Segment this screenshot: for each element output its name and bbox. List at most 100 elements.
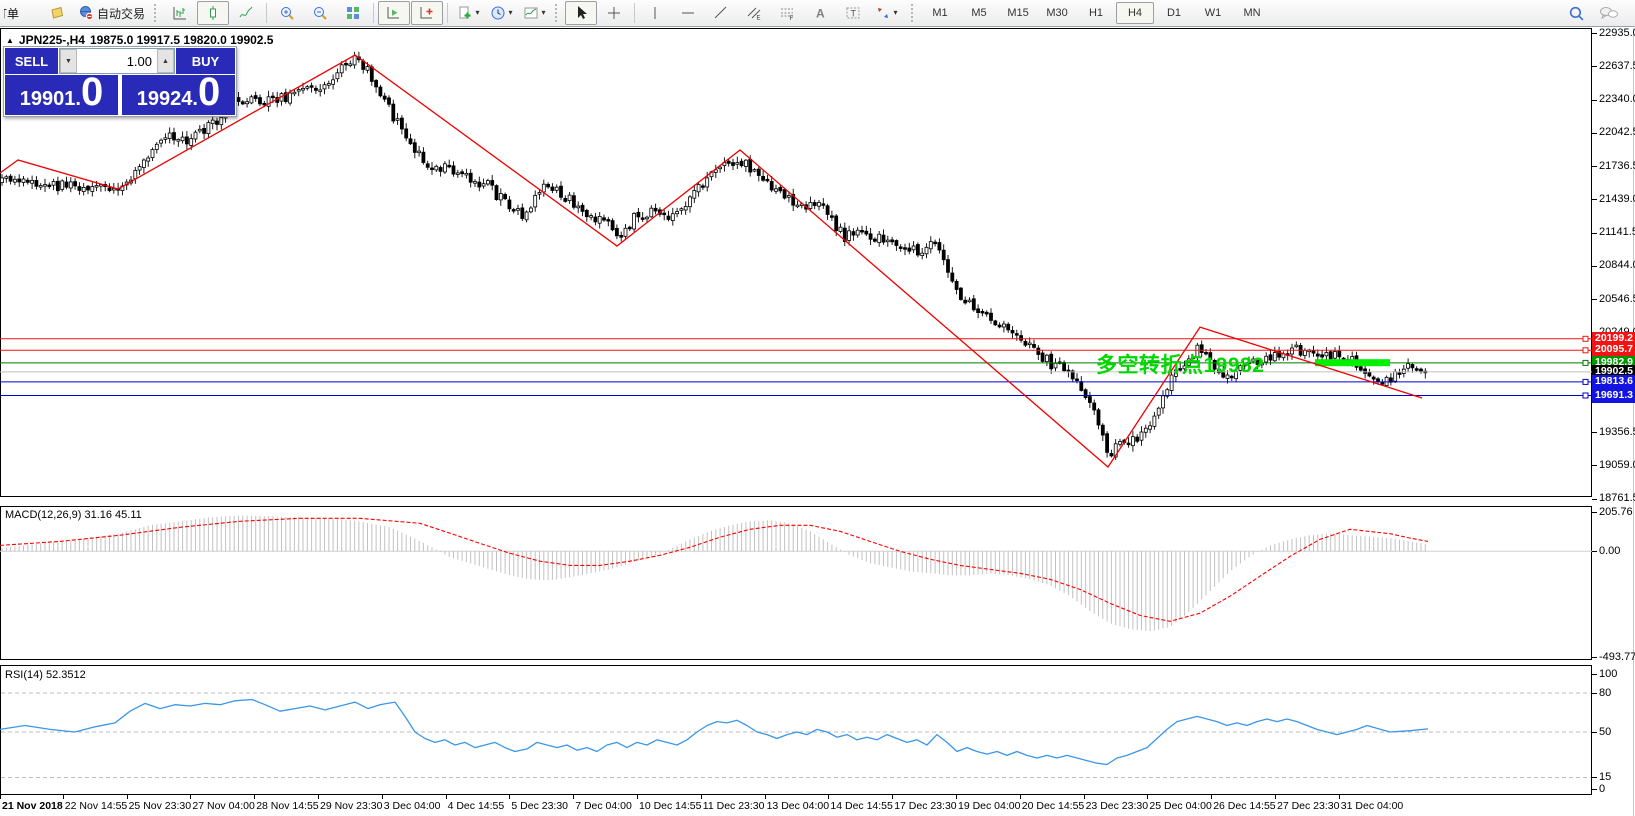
equidistant-channel-button[interactable]: E xyxy=(738,1,770,25)
buy-price-frac: 0 xyxy=(198,75,220,109)
price-tick-mark xyxy=(1592,499,1597,500)
buy-price-button[interactable]: 19924.0 xyxy=(122,75,235,115)
volume-increase-button[interactable]: ▲ xyxy=(157,49,174,73)
time-tick-mark xyxy=(828,795,829,799)
price-tick-label: 22042.5 xyxy=(1599,126,1635,139)
symbol-period-label: JPN225-,H4 xyxy=(19,33,85,47)
time-tick-mark xyxy=(701,795,702,799)
timeframe-m15[interactable]: M15 xyxy=(999,2,1037,24)
time-tick-mark xyxy=(1020,795,1021,799)
arrows-button[interactable]: ▾ xyxy=(870,1,902,25)
trendline-button[interactable] xyxy=(705,1,737,25)
volume-input[interactable]: 1.00 xyxy=(77,49,157,73)
zoom-in-icon xyxy=(279,5,295,21)
timeframe-m1[interactable]: M1 xyxy=(921,2,959,24)
collapse-panel-icon[interactable]: ▲ xyxy=(6,36,14,45)
time-tick-label: 19 Dec 04:00 xyxy=(958,800,1020,812)
timeframe-group: M1M5M15M30H1H4D1W1MN xyxy=(921,2,1271,24)
sell-price-int: 19901 xyxy=(20,88,76,111)
chat-button[interactable] xyxy=(1593,1,1625,25)
time-tick-label: 28 Nov 14:55 xyxy=(256,800,318,812)
new-order-icon xyxy=(457,5,473,21)
dropdown-caret-icon: ▾ xyxy=(894,9,898,17)
auto-scroll-icon xyxy=(386,5,402,21)
time-tick-label: 13 Dec 04:00 xyxy=(767,800,829,812)
sell-price-button[interactable]: 19901.0 xyxy=(5,75,118,115)
period-button[interactable]: ▾ xyxy=(485,1,517,25)
time-tick-label: 27 Dec 23:30 xyxy=(1277,800,1339,812)
time-tick-label: 23 Dec 23:30 xyxy=(1086,800,1148,812)
toolbar-grip[interactable] xyxy=(154,4,159,22)
vertical-line-button[interactable] xyxy=(639,1,671,25)
toolbar-grip[interactable] xyxy=(911,4,916,22)
line-chart-button[interactable] xyxy=(230,1,262,25)
time-tick-label: 7 Dec 04:00 xyxy=(575,800,632,812)
dropdown-caret-icon: ▾ xyxy=(509,9,513,17)
price-tick-mark xyxy=(1592,266,1597,267)
time-tick-mark xyxy=(509,795,510,799)
auto-scroll-button[interactable] xyxy=(378,1,410,25)
tile-windows-button[interactable] xyxy=(337,1,369,25)
clock-icon xyxy=(490,5,506,21)
buy-price-int: 19924 xyxy=(137,88,193,111)
rsi-tick-label: 100 xyxy=(1599,668,1617,681)
candlestick-chart-button[interactable] xyxy=(197,1,229,25)
text-button[interactable]: A xyxy=(804,1,836,25)
search-button[interactable] xyxy=(1560,1,1592,25)
buy-button[interactable]: BUY xyxy=(176,48,235,74)
cursor-button[interactable] xyxy=(565,1,597,25)
order-button[interactable]: 订单 xyxy=(0,1,40,25)
indicators-button[interactable]: ▾ xyxy=(518,1,550,25)
bar-chart-button[interactable] xyxy=(164,1,196,25)
chart-shift-icon xyxy=(419,5,435,21)
note-button[interactable] xyxy=(41,1,73,25)
time-tick-label: 25 Dec 04:00 xyxy=(1149,800,1211,812)
chat-icon xyxy=(1599,5,1619,21)
chart-annotation-text[interactable]: 多空转折点19982 xyxy=(1096,349,1264,379)
time-tick-label: 31 Dec 04:00 xyxy=(1341,800,1403,812)
svg-text:A: A xyxy=(816,7,825,21)
sell-button[interactable]: SELL xyxy=(5,48,58,74)
chart-shift-button[interactable] xyxy=(411,1,443,25)
timeframe-d1[interactable]: D1 xyxy=(1155,2,1193,24)
time-tick-mark xyxy=(127,795,128,799)
horizontal-line-button[interactable] xyxy=(672,1,704,25)
zoom-in-button[interactable] xyxy=(271,1,303,25)
text-icon: A xyxy=(812,5,828,21)
text-label-button[interactable]: T xyxy=(837,1,869,25)
timeframe-mn[interactable]: MN xyxy=(1233,2,1271,24)
horizontal-line-icon xyxy=(680,5,696,21)
one-click-trading-panel: SELL ▼ 1.00 ▲ BUY 19901.0 19924.0 xyxy=(3,46,237,117)
timeframe-w1[interactable]: W1 xyxy=(1194,2,1232,24)
zoom-out-button[interactable] xyxy=(304,1,336,25)
fibonacci-button[interactable]: F xyxy=(771,1,803,25)
macd-tick-mark xyxy=(1592,551,1597,552)
volume-stepper: ▼ 1.00 ▲ xyxy=(59,48,175,74)
macd-tick-label: 0.00 xyxy=(1599,545,1620,558)
price-tick-mark xyxy=(1592,166,1597,167)
svg-text:T: T xyxy=(851,9,857,19)
time-tick-label: 22 Nov 14:55 xyxy=(65,800,127,812)
svg-text:F: F xyxy=(790,16,794,21)
timeframe-h1[interactable]: H1 xyxy=(1077,2,1115,24)
time-tick-label: 20 Dec 14:55 xyxy=(1022,800,1084,812)
time-tick-label: 27 Nov 04:00 xyxy=(192,800,254,812)
timeframe-h4[interactable]: H4 xyxy=(1116,2,1154,24)
price-tick-label: 19356.5 xyxy=(1599,426,1635,439)
macd-tick-label: -493.77 xyxy=(1599,651,1635,664)
new-order-button[interactable]: ▾ xyxy=(452,1,484,25)
time-tick-mark xyxy=(637,795,638,799)
timeframe-m30[interactable]: M30 xyxy=(1038,2,1076,24)
autotrading-button[interactable]: 自动交易 xyxy=(74,1,149,25)
vertical-line-icon xyxy=(647,5,663,21)
rsi-label: RSI(14) 52.3512 xyxy=(5,669,86,681)
crosshair-button[interactable] xyxy=(598,1,630,25)
time-tick-label: 29 Nov 23:30 xyxy=(320,800,382,812)
time-tick-mark xyxy=(1275,795,1276,799)
price-tick-mark xyxy=(1592,465,1597,466)
volume-decrease-button[interactable]: ▼ xyxy=(60,49,77,73)
chart-canvas[interactable] xyxy=(0,0,1635,816)
toolbar-grip[interactable] xyxy=(555,4,560,22)
fibonacci-icon: F xyxy=(779,5,795,21)
timeframe-m5[interactable]: M5 xyxy=(960,2,998,24)
